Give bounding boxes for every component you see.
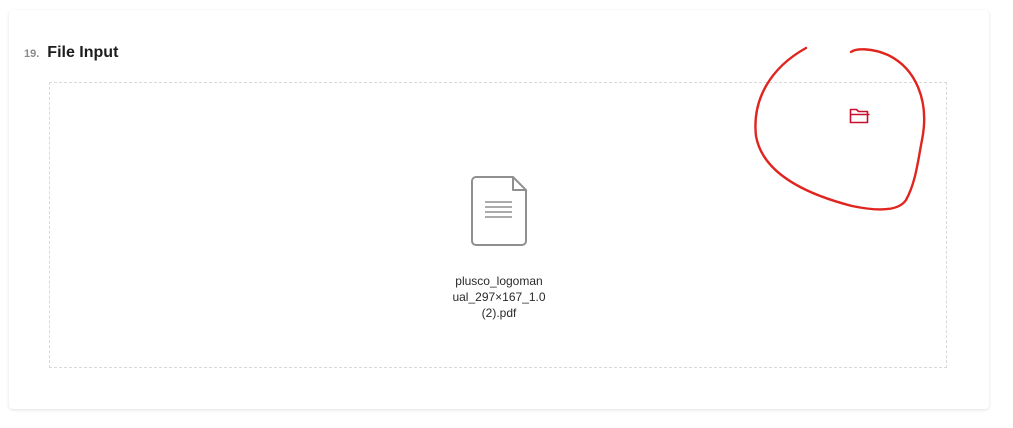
section-title: File Input [47, 44, 119, 61]
file-name-label: plusco_logomanual_297×167_1.0 (2).pdf [452, 274, 546, 320]
folder-open-icon [849, 108, 870, 124]
document-icon [471, 176, 527, 246]
uploaded-file-item[interactable]: plusco_logomanual_297×167_1.0 (2).pdf [449, 175, 549, 321]
section-number: 19. [24, 48, 40, 60]
browse-files-button[interactable] [847, 103, 873, 127]
section-header: 19. File Input [24, 44, 118, 62]
